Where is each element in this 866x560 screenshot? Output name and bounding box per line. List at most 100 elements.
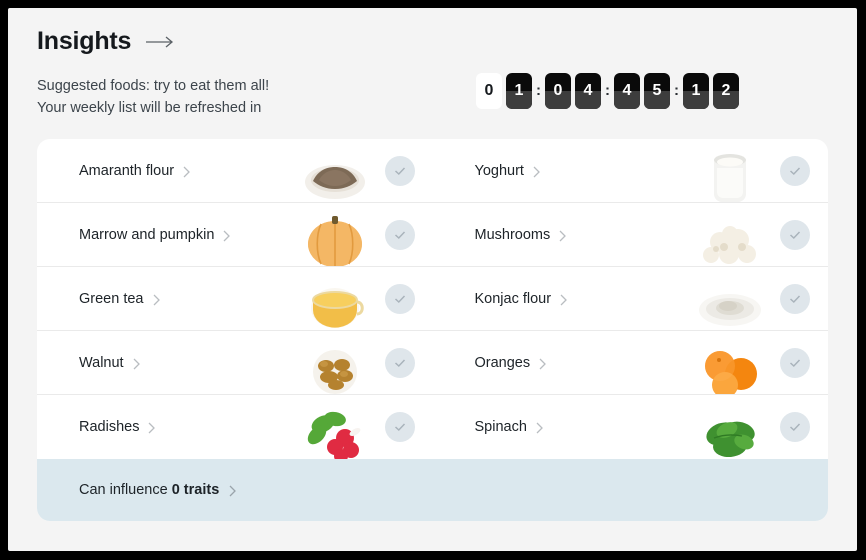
chevron-right-icon[interactable] xyxy=(148,421,156,434)
food-row-right xyxy=(694,395,810,459)
food-row[interactable]: Walnut xyxy=(37,331,433,395)
food-row[interactable]: Yoghurt xyxy=(432,139,829,203)
food-name: Green tea xyxy=(79,291,144,307)
radishes-photo xyxy=(299,395,371,459)
food-check-toggle[interactable] xyxy=(384,156,415,186)
food-check-toggle[interactable] xyxy=(780,156,810,186)
traits-footer-bar[interactable]: Can influence 0 traits xyxy=(37,459,828,521)
food-check-toggle[interactable] xyxy=(384,412,415,442)
food-row[interactable]: Amaranth flour xyxy=(37,139,433,203)
food-row-right xyxy=(694,203,810,267)
food-row-right xyxy=(694,267,810,331)
food-check-toggle[interactable] xyxy=(780,284,810,314)
mushrooms-photo xyxy=(694,203,766,267)
food-name: Mushrooms xyxy=(474,227,551,243)
konjac-flour-photo xyxy=(694,267,766,331)
pumpkin-photo xyxy=(299,203,371,267)
countdown-digit-value: 4 xyxy=(583,81,593,99)
countdown-separator: : xyxy=(674,82,679,99)
walnut-photo xyxy=(299,331,371,395)
traits-count: 0 traits xyxy=(171,482,220,498)
check-icon xyxy=(394,167,405,176)
countdown-digit: 1 xyxy=(506,72,532,109)
food-row-right xyxy=(299,331,415,395)
check-icon xyxy=(789,295,801,304)
countdown-digit: 0 xyxy=(545,72,571,109)
chevron-right-icon[interactable] xyxy=(153,293,160,306)
subtitle-line-2: Your weekly list will be refreshed in xyxy=(37,99,262,116)
food-row[interactable]: Radishes xyxy=(37,395,433,459)
food-check-toggle[interactable] xyxy=(384,284,415,314)
food-name: Marrow and pumpkin xyxy=(79,227,215,243)
check-icon xyxy=(394,423,405,432)
countdown-digit-value: 0 xyxy=(484,81,494,99)
page-title: Insights xyxy=(37,27,132,55)
food-check-toggle[interactable] xyxy=(780,220,810,250)
subtitle-block: Suggested foods: try to eat them all! Yo… xyxy=(37,75,269,119)
spinach-photo xyxy=(694,395,766,459)
food-row[interactable]: Konjac flour xyxy=(432,267,829,331)
food-row[interactable]: Mushrooms xyxy=(432,203,829,267)
food-check-toggle[interactable] xyxy=(384,220,415,250)
food-name: Yoghurt xyxy=(474,163,524,179)
countdown-separator: : xyxy=(536,82,541,99)
food-check-toggle[interactable] xyxy=(780,412,810,442)
food-check-toggle[interactable] xyxy=(384,348,415,378)
chevron-right-icon[interactable] xyxy=(533,165,540,178)
traits-footer-prefix: Can influence xyxy=(79,482,172,498)
countdown-timer: 01:04:45:12 xyxy=(476,72,739,109)
traits-footer-label: Can influence 0 traits xyxy=(79,482,219,498)
food-name: Amaranth flour xyxy=(79,163,175,179)
device-frame: Insights Suggested foods: try to eat the… xyxy=(0,0,866,560)
subtitle-and-timer-row: Suggested foods: try to eat them all! Yo… xyxy=(37,72,857,119)
check-icon xyxy=(394,359,405,368)
food-row-right xyxy=(299,139,415,203)
food-name: Walnut xyxy=(79,355,124,371)
chevron-right-icon[interactable] xyxy=(560,293,567,306)
food-row[interactable]: Marrow and pumpkin xyxy=(37,203,433,267)
food-row-right xyxy=(299,267,415,331)
food-check-toggle[interactable] xyxy=(780,348,810,378)
food-row-right xyxy=(694,331,810,395)
countdown-digit: 4 xyxy=(614,72,640,109)
chevron-right-icon[interactable] xyxy=(536,421,543,434)
chevron-right-icon[interactable] xyxy=(183,165,191,178)
countdown-digit: 0 xyxy=(476,72,502,109)
countdown-digit: 2 xyxy=(713,72,739,109)
yoghurt-photo xyxy=(694,139,766,203)
countdown-digit-value: 4 xyxy=(622,81,632,99)
countdown-digit: 4 xyxy=(575,72,601,109)
food-name: Radishes xyxy=(79,419,140,435)
countdown-group: 04 xyxy=(545,72,601,109)
food-name: Spinach xyxy=(474,419,527,435)
countdown-digit-value: 1 xyxy=(691,81,701,99)
countdown-digit-value: 0 xyxy=(553,81,563,99)
countdown-digit-value: 2 xyxy=(721,81,731,99)
food-name: Oranges xyxy=(474,355,531,371)
arrow-right-icon[interactable] xyxy=(145,35,175,49)
insights-page: Insights Suggested foods: try to eat the… xyxy=(8,8,857,551)
check-icon xyxy=(789,231,801,240)
countdown-group: 45 xyxy=(614,72,670,109)
check-icon xyxy=(789,167,801,176)
page-header: Insights Suggested foods: try to eat the… xyxy=(8,8,857,119)
chevron-right-icon[interactable] xyxy=(223,229,231,242)
chevron-right-icon[interactable] xyxy=(539,357,547,370)
food-name: Konjac flour xyxy=(474,291,552,307)
food-row[interactable]: Spinach xyxy=(433,395,829,459)
countdown-digit-value: 5 xyxy=(652,81,662,99)
subtitle-line-1: Suggested foods: try to eat them all! xyxy=(37,77,270,94)
food-row-right xyxy=(299,203,415,267)
chevron-right-icon[interactable] xyxy=(559,229,567,242)
check-icon xyxy=(789,423,801,432)
check-icon xyxy=(394,231,405,240)
suggested-foods-card: Amaranth flour Yoghurt Marrow and pumpkin M… xyxy=(37,139,828,521)
food-row-right xyxy=(299,395,415,459)
food-row[interactable]: Oranges xyxy=(432,331,829,395)
chevron-right-icon[interactable] xyxy=(229,484,237,497)
countdown-digit: 1 xyxy=(683,72,709,109)
chevron-right-icon[interactable] xyxy=(133,357,140,370)
title-row: Insights xyxy=(37,27,857,56)
food-row[interactable]: Green tea xyxy=(37,267,433,331)
oranges-photo xyxy=(694,331,766,395)
